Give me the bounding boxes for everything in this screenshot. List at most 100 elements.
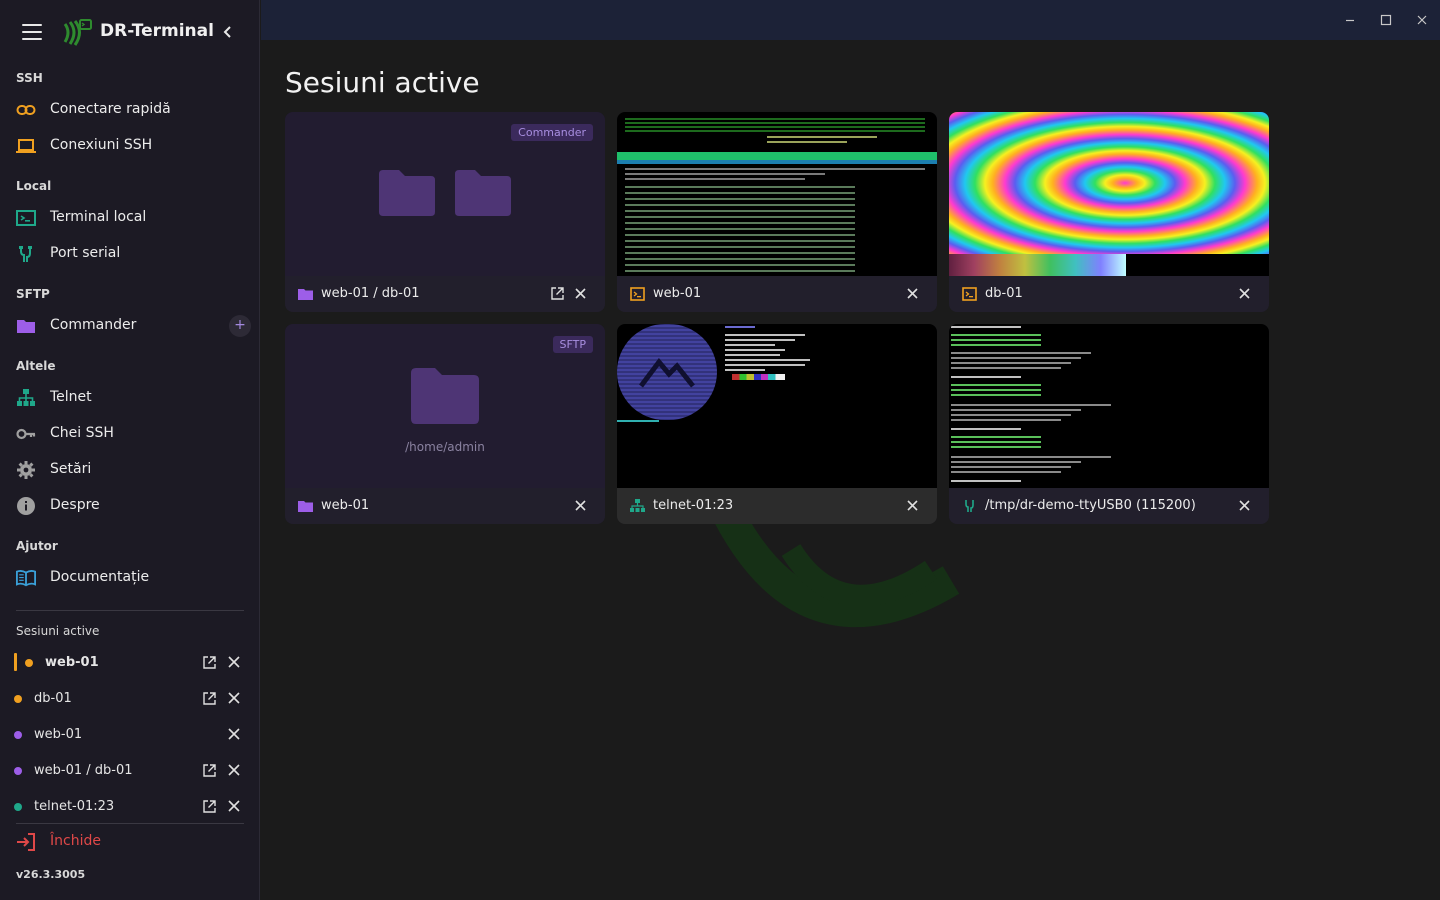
- section-ssh: SSH: [16, 71, 43, 85]
- card-label: web-01: [653, 286, 702, 301]
- card-badge: SFTP: [552, 336, 593, 353]
- active-indicator: [14, 653, 17, 671]
- close-icon[interactable]: [1239, 500, 1250, 511]
- nav-documentation[interactable]: Documentație: [0, 561, 260, 595]
- sidebar-header: DR-Terminal: [0, 0, 260, 64]
- app-version: v26.3.3005: [16, 868, 86, 881]
- close-icon[interactable]: [228, 800, 240, 812]
- nav-documentation-label: Documentație: [50, 569, 150, 585]
- nav-commander[interactable]: Commander +: [0, 309, 260, 343]
- section-active-sessions: Sesiuni active: [16, 624, 100, 638]
- session-row[interactable]: db-01: [0, 683, 260, 715]
- session-card[interactable]: /tmp/dr-demo-ttyUSB0 (115200): [949, 324, 1269, 524]
- nav-telnet-label: Telnet: [50, 389, 92, 405]
- gear-icon: [17, 461, 35, 479]
- card-footer: web-01: [617, 276, 937, 312]
- folder-icon: [379, 170, 435, 216]
- card-label: telnet-01:23: [653, 498, 734, 513]
- external-link-icon[interactable]: [203, 800, 216, 813]
- nav-settings[interactable]: Setări: [0, 453, 260, 487]
- external-link-icon[interactable]: [203, 692, 216, 705]
- page-title: Sesiuni active: [285, 66, 480, 99]
- session-status-dot: [14, 731, 22, 739]
- close-icon[interactable]: [228, 656, 240, 668]
- card-label: web-01: [321, 498, 370, 513]
- session-row[interactable]: web-01: [0, 719, 260, 751]
- session-card[interactable]: telnet-01:23: [617, 324, 937, 524]
- serial-port-icon: [19, 246, 32, 262]
- menu-icon[interactable]: [22, 24, 42, 40]
- terminal-preview: [617, 112, 937, 276]
- session-card[interactable]: db-01: [949, 112, 1269, 312]
- card-footer: web-01: [285, 488, 605, 524]
- nav-serial-port[interactable]: Port serial: [0, 237, 260, 271]
- folder-icon: [298, 289, 313, 300]
- close-icon[interactable]: [228, 764, 240, 776]
- session-row[interactable]: web-01: [0, 647, 260, 679]
- network-icon: [17, 389, 35, 406]
- close-icon[interactable]: [575, 288, 586, 299]
- link-icon: [16, 105, 36, 115]
- nav-ssh-connections[interactable]: Conexiuni SSH: [0, 129, 260, 163]
- divider: [16, 823, 244, 824]
- session-label: telnet-01:23: [34, 799, 115, 814]
- session-card[interactable]: SFTP /home/admin web-01: [285, 324, 605, 524]
- sidebar: DR-Terminal SSH Conectare rapidă Conexiu…: [0, 0, 260, 900]
- add-commander-button[interactable]: +: [229, 315, 251, 337]
- session-label: web-01 / db-01: [34, 763, 133, 778]
- session-card[interactable]: Commander web-01 / db-01: [285, 112, 605, 312]
- card-preview: Commander: [285, 112, 605, 276]
- close-window-icon[interactable]: [1415, 13, 1429, 27]
- session-status-dot: [14, 695, 22, 703]
- terminal-preview: [949, 324, 1269, 488]
- network-icon: [630, 499, 645, 512]
- card-footer: telnet-01:23: [617, 488, 937, 524]
- nav-ssh-keys[interactable]: Chei SSH: [0, 417, 260, 451]
- session-card[interactable]: web-01: [617, 112, 937, 312]
- card-footer: db-01: [949, 276, 1269, 312]
- external-link-icon[interactable]: [203, 656, 216, 669]
- external-link-icon[interactable]: [551, 287, 564, 300]
- close-icon[interactable]: [907, 500, 918, 511]
- nav-local-terminal-label: Terminal local: [50, 209, 147, 225]
- nav-settings-label: Setări: [50, 461, 92, 477]
- laptop-icon: [16, 139, 36, 153]
- chevron-left-icon[interactable]: [220, 24, 236, 40]
- nav-local-terminal[interactable]: Terminal local: [0, 201, 260, 235]
- terminal-icon: [16, 210, 36, 226]
- terminal-preview: [949, 112, 1269, 276]
- maximize-icon[interactable]: [1379, 13, 1393, 27]
- quit-button[interactable]: Închide: [0, 826, 260, 858]
- minimize-icon[interactable]: [1343, 13, 1357, 27]
- terminal-icon: [962, 287, 977, 301]
- close-icon[interactable]: [228, 728, 240, 740]
- serial-port-icon: [965, 500, 974, 512]
- folder-icon: [298, 501, 313, 512]
- window-titlebar: [261, 0, 1440, 40]
- close-icon[interactable]: [228, 692, 240, 704]
- nav-about[interactable]: Despre: [0, 489, 260, 523]
- nav-serial-port-label: Port serial: [50, 245, 121, 261]
- session-status-dot: [14, 767, 22, 775]
- folder-icon: [455, 170, 511, 216]
- book-icon: [16, 570, 36, 587]
- session-status-dot: [14, 803, 22, 811]
- session-status-dot: [25, 659, 33, 667]
- key-icon: [16, 428, 36, 440]
- close-icon[interactable]: [907, 288, 918, 299]
- nav-quick-connect-label: Conectare rapidă: [50, 101, 171, 117]
- section-local: Local: [16, 179, 52, 193]
- external-link-icon[interactable]: [203, 764, 216, 777]
- app-logo: [63, 19, 92, 46]
- close-icon[interactable]: [575, 500, 586, 511]
- card-label: /tmp/dr-demo-ttyUSB0 (115200): [985, 498, 1196, 513]
- card-badge: Commander: [511, 124, 593, 141]
- ascii-art-logo: [639, 358, 695, 388]
- nav-telnet[interactable]: Telnet: [0, 381, 260, 415]
- session-row[interactable]: web-01 / db-01: [0, 755, 260, 787]
- close-icon[interactable]: [1239, 288, 1250, 299]
- divider: [16, 610, 244, 611]
- session-row[interactable]: telnet-01:23: [0, 791, 260, 823]
- card-label: db-01: [985, 286, 1023, 301]
- nav-quick-connect[interactable]: Conectare rapidă: [0, 93, 260, 127]
